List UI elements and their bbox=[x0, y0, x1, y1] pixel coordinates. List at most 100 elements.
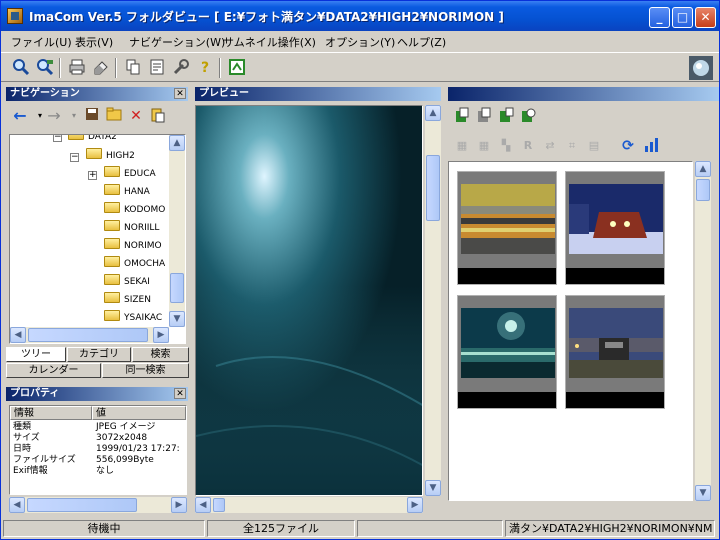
scroll-right-icon[interactable]: ▶ bbox=[171, 497, 187, 513]
scroll-thumb[interactable] bbox=[170, 273, 184, 303]
thumbnail-tool-7-icon[interactable]: ▚ bbox=[497, 137, 515, 155]
delete-folder-icon[interactable]: ✕ bbox=[127, 107, 145, 125]
tree-item[interactable]: OMOCHA bbox=[104, 256, 165, 272]
tab-tree[interactable]: ツリー bbox=[6, 347, 66, 362]
thumbnail-tool-1-icon[interactable] bbox=[453, 107, 471, 125]
thumbnail-item[interactable] bbox=[457, 295, 557, 409]
tab-category[interactable]: カテゴリ bbox=[67, 347, 131, 362]
panel-splitter[interactable] bbox=[190, 87, 194, 515]
paste-icon[interactable] bbox=[149, 107, 167, 125]
scroll-thumb[interactable] bbox=[27, 498, 137, 512]
flip-tool-icon[interactable]: ⇄ bbox=[541, 137, 559, 155]
tab-same-search[interactable]: 同一検索 bbox=[102, 363, 189, 378]
tree-item[interactable]: SEKAI bbox=[104, 274, 150, 290]
tree-item[interactable]: DATA2 bbox=[68, 135, 117, 145]
menu-view[interactable]: 表示(V) bbox=[75, 34, 113, 50]
trash-icon[interactable]: ▤ bbox=[585, 137, 603, 155]
scroll-left-icon[interactable]: ◀ bbox=[10, 327, 26, 343]
preview-horizontal-scrollbar[interactable]: ◀ ▶ bbox=[195, 497, 423, 513]
maximize-button[interactable]: □ bbox=[672, 7, 693, 28]
column-header-info[interactable]: 情報 bbox=[10, 406, 92, 420]
menu-options[interactable]: オプション(Y) bbox=[325, 34, 395, 50]
scroll-down-icon[interactable]: ▼ bbox=[425, 480, 441, 496]
tree-collapse-icon[interactable]: − bbox=[70, 153, 79, 162]
scroll-thumb[interactable] bbox=[696, 179, 710, 201]
properties-horizontal-scrollbar[interactable]: ◀ ▶ bbox=[9, 497, 187, 513]
menu-thumbnail[interactable]: サムネイル操作(X) bbox=[223, 34, 316, 50]
properties-icon[interactable] bbox=[147, 58, 167, 78]
save-icon[interactable] bbox=[83, 107, 101, 125]
scroll-up-icon[interactable]: ▲ bbox=[169, 135, 185, 151]
minimize-button[interactable]: _ bbox=[649, 7, 670, 28]
preview-image[interactable] bbox=[195, 105, 423, 496]
properties-close-icon[interactable]: ✕ bbox=[174, 388, 186, 399]
tree-item[interactable]: HIGH2 bbox=[86, 148, 135, 164]
scroll-thumb[interactable] bbox=[28, 328, 148, 342]
preview-vertical-scrollbar[interactable]: ▲ ▼ bbox=[425, 105, 441, 496]
forward-arrow-icon[interactable]: → bbox=[45, 107, 63, 125]
search-icon[interactable] bbox=[11, 58, 31, 78]
thumbnail-tool-2-icon[interactable] bbox=[475, 107, 493, 125]
export-icon[interactable] bbox=[227, 58, 247, 78]
folder-tree[interactable]: − DATA2 − HIGH2 + EDUCA HANA KODOMO NORI… bbox=[9, 134, 186, 344]
column-header-value[interactable]: 値 bbox=[92, 406, 186, 420]
eraser-icon[interactable] bbox=[91, 58, 111, 78]
scroll-thumb[interactable] bbox=[426, 155, 440, 221]
thumbnail-item[interactable] bbox=[457, 171, 557, 285]
tree-item-selected[interactable]: NORIMO bbox=[104, 238, 162, 254]
thumbnail-grid[interactable] bbox=[448, 161, 693, 501]
help-icon[interactable]: ? bbox=[195, 58, 215, 78]
tree-item[interactable]: YSAIKAC bbox=[104, 310, 162, 326]
tree-item-label: SIZEN bbox=[124, 295, 151, 305]
bar-chart-icon[interactable] bbox=[643, 137, 661, 155]
scroll-thumb[interactable] bbox=[213, 498, 225, 512]
thumbnail-vertical-scrollbar[interactable]: ▲ ▼ bbox=[695, 161, 711, 501]
navigation-close-icon[interactable]: ✕ bbox=[174, 88, 186, 99]
scroll-down-icon[interactable]: ▼ bbox=[695, 485, 711, 501]
tab-search[interactable]: 検索 bbox=[132, 347, 189, 362]
scroll-left-icon[interactable]: ◀ bbox=[9, 497, 25, 513]
tree-collapse-icon[interactable]: − bbox=[53, 135, 62, 142]
tree-item[interactable]: HANA bbox=[104, 184, 150, 200]
scroll-right-icon[interactable]: ▶ bbox=[153, 327, 169, 343]
back-arrow-icon[interactable]: ← bbox=[11, 107, 29, 125]
forward-dropdown-icon[interactable]: ▾ bbox=[65, 107, 83, 125]
thumbnail-item[interactable] bbox=[565, 171, 665, 285]
scroll-left-icon[interactable]: ◀ bbox=[195, 497, 211, 513]
refresh-icon[interactable]: ⟳ bbox=[619, 137, 637, 155]
tree-item[interactable]: SIZEN bbox=[104, 292, 151, 308]
scroll-up-icon[interactable]: ▲ bbox=[425, 105, 441, 121]
properties-title-label: プロパティ bbox=[10, 388, 60, 399]
tree-item[interactable]: EDUCA bbox=[104, 166, 156, 182]
panel-splitter[interactable] bbox=[443, 87, 447, 515]
open-folder-icon[interactable] bbox=[105, 107, 123, 125]
thumbnail-item[interactable] bbox=[565, 295, 665, 409]
scroll-up-icon[interactable]: ▲ bbox=[695, 161, 711, 177]
rotate-tool-icon[interactable]: R bbox=[519, 137, 537, 155]
menu-file[interactable]: ファイル(U) bbox=[11, 34, 72, 50]
crop-tool-icon[interactable]: ⌗ bbox=[563, 137, 581, 155]
scroll-down-icon[interactable]: ▼ bbox=[169, 311, 185, 327]
title-bar[interactable]: ImaCom Ver.5 フォルダビュー [ E:¥フォト満タン¥DATA2¥H… bbox=[1, 1, 719, 31]
menu-navigation[interactable]: ナビゲーション(W) bbox=[129, 34, 225, 50]
scroll-right-icon[interactable]: ▶ bbox=[407, 497, 423, 513]
app-icon[interactable] bbox=[7, 8, 23, 24]
copy-icon[interactable] bbox=[123, 58, 143, 78]
tree-vertical-scrollbar[interactable]: ▲ ▼ bbox=[169, 135, 185, 327]
close-button[interactable]: ✕ bbox=[695, 7, 716, 28]
tree-horizontal-scrollbar[interactable]: ◀ ▶ bbox=[10, 327, 169, 343]
search-sub-icon[interactable] bbox=[35, 58, 55, 78]
globe-icon[interactable] bbox=[689, 56, 713, 80]
print-icon[interactable] bbox=[67, 58, 87, 78]
tree-item[interactable]: NORIILL bbox=[104, 220, 159, 236]
tree-expand-icon[interactable]: + bbox=[88, 171, 97, 180]
thumbnail-tool-6-icon[interactable]: ▦ bbox=[475, 137, 493, 155]
tree-item[interactable]: KODOMO bbox=[104, 202, 165, 218]
thumbnail-tool-5-icon[interactable]: ▦ bbox=[453, 137, 471, 155]
wrench-icon[interactable] bbox=[171, 58, 191, 78]
thumbnail-tool-4-icon[interactable] bbox=[519, 107, 537, 125]
thumbnail-tool-3-icon[interactable] bbox=[497, 107, 515, 125]
navigation-toolbar: ← ▾ → ▾ ✕ bbox=[9, 107, 189, 131]
menu-help[interactable]: ヘルプ(Z) bbox=[397, 34, 446, 50]
tab-calendar[interactable]: カレンダー bbox=[6, 363, 101, 378]
